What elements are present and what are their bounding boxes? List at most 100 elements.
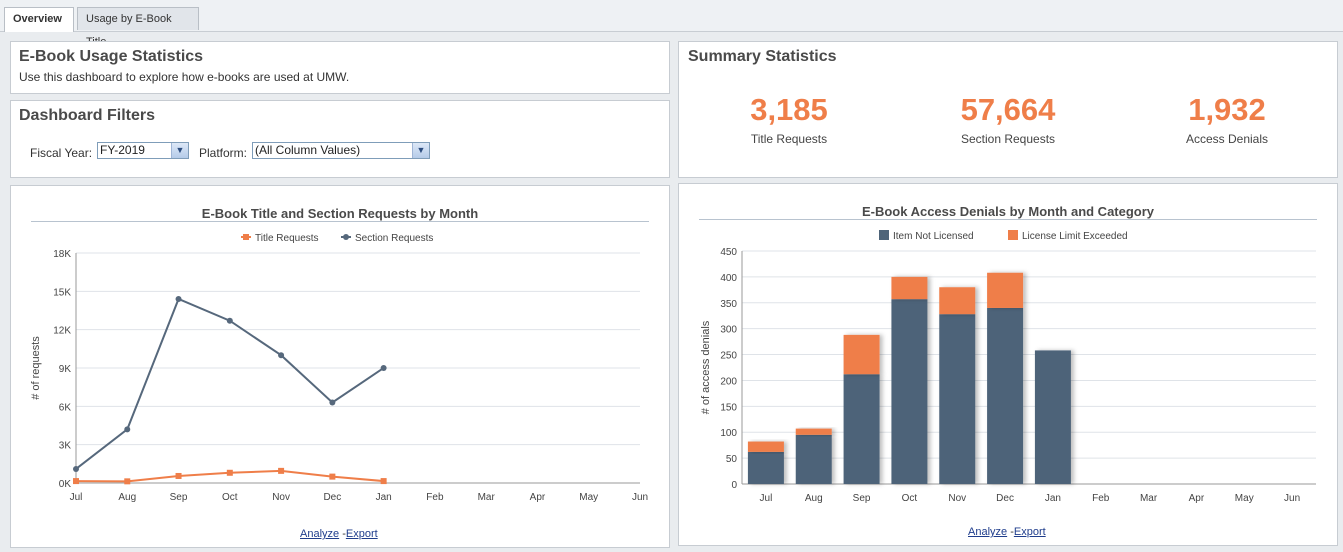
x-tick-label: Sep <box>853 493 871 504</box>
bar-segment <box>795 428 832 435</box>
x-tick-label: Nov <box>948 493 966 504</box>
platform-label: Platform: <box>199 146 248 160</box>
data-point <box>380 365 387 371</box>
intro-subtitle: Use this dashboard to explore how e-book… <box>19 70 350 84</box>
chevron-down-icon[interactable]: ▼ <box>412 143 429 158</box>
platform-value: (All Column Values) <box>255 143 361 157</box>
y-tick-label: 100 <box>720 428 737 439</box>
analyze-link[interactable]: Analyze <box>968 526 1007 538</box>
y-tick-label: 400 <box>720 273 737 284</box>
analyze-link[interactable]: Analyze <box>300 528 339 540</box>
data-point <box>124 426 131 433</box>
y-tick-label: 12K <box>53 326 71 337</box>
intro-title: E-Book Usage Statistics <box>19 48 204 65</box>
data-point <box>329 399 336 406</box>
x-tick-label: May <box>579 492 598 503</box>
bar-segment <box>939 314 976 484</box>
bar-segment <box>1034 350 1071 484</box>
x-tick-label: Oct <box>222 492 238 503</box>
tab-usage-by-ebook-title[interactable]: Usage by E-Book Title <box>77 7 199 48</box>
export-link[interactable]: Export <box>346 528 378 540</box>
x-tick-label: May <box>1235 493 1254 504</box>
intro-panel: E-Book Usage Statistics Use this dashboa… <box>10 41 670 94</box>
x-tick-label: Aug <box>805 493 823 504</box>
summary-panel: Summary Statistics 3,185 Title Requests … <box>678 41 1338 178</box>
data-point <box>226 317 233 324</box>
bar-segment <box>939 287 976 315</box>
stat-section-requests: 57,664 Section Requests <box>908 92 1108 146</box>
y-tick-label: 50 <box>726 454 738 465</box>
bar-segment <box>987 272 1024 308</box>
bar-segment <box>843 374 880 484</box>
denials-chart-panel: E-Book Access Denials by Month and Categ… <box>678 183 1338 546</box>
stat-value: 1,932 <box>1188 92 1266 127</box>
stat-value: 3,185 <box>750 92 828 127</box>
x-tick-label: Jun <box>1284 493 1300 504</box>
bar-segment <box>891 299 928 484</box>
stat-label: Section Requests <box>960 132 1056 146</box>
platform-select[interactable]: (All Column Values) ▼ <box>252 142 430 159</box>
bar-segment <box>747 451 784 484</box>
y-axis-label: # of access denials <box>700 320 712 414</box>
data-point <box>278 352 285 359</box>
legend-marker <box>243 234 249 240</box>
bar-segment <box>843 334 880 375</box>
x-tick-label: Mar <box>478 492 496 503</box>
x-tick-label: Nov <box>272 492 290 503</box>
y-tick-label: 18K <box>53 249 71 260</box>
fiscal-year-label: Fiscal Year: <box>30 146 93 160</box>
x-tick-label: Jan <box>1045 493 1061 504</box>
stat-title-requests: 3,185 Title Requests <box>689 92 889 146</box>
tab-overview[interactable]: Overview <box>4 7 74 32</box>
requests-line-chart: Title Requests Section Requests 0K 3K 6K 9K 12… <box>30 233 648 503</box>
bar-segment <box>891 276 928 300</box>
filters-panel: Dashboard Filters Fiscal Year: FY-2019 ▼… <box>10 100 670 178</box>
export-link[interactable]: Export <box>1014 526 1046 538</box>
chart-links: Analyze -Export <box>300 528 378 540</box>
chart-links: Analyze -Export <box>968 526 1046 538</box>
data-point <box>175 472 182 479</box>
filters-title: Dashboard Filters <box>19 107 156 124</box>
chevron-down-icon[interactable]: ▼ <box>171 143 188 158</box>
data-point <box>73 465 79 472</box>
y-tick-label: 450 <box>720 247 737 258</box>
bar-segment <box>987 307 1024 484</box>
y-tick-label: 200 <box>720 376 737 387</box>
tab-bar: Overview Usage by E-Book Title <box>0 0 1343 48</box>
fiscal-year-select[interactable]: FY-2019 ▼ <box>97 142 189 159</box>
legend-swatch <box>1008 230 1018 240</box>
data-point <box>380 478 387 485</box>
x-tick-label: Sep <box>170 492 188 503</box>
y-tick-label: 6K <box>59 402 72 413</box>
legend-swatch <box>879 230 889 240</box>
x-tick-label: Jul <box>760 493 773 504</box>
y-tick-label: 250 <box>720 351 737 362</box>
y-tick-label: 9K <box>59 364 72 375</box>
data-point <box>226 469 233 476</box>
y-tick-label: 0K <box>59 479 72 490</box>
x-tick-label: Jan <box>376 492 392 503</box>
y-tick-label: 150 <box>720 402 737 413</box>
y-tick-label: 15K <box>53 287 71 298</box>
x-tick-label: Dec <box>996 493 1014 504</box>
stat-label: Title Requests <box>750 132 828 146</box>
y-tick-label: 3K <box>59 441 72 452</box>
legend-label: License Limit Exceeded <box>1022 231 1128 242</box>
data-point <box>278 467 285 474</box>
legend-label: Title Requests <box>255 233 319 244</box>
data-point <box>124 478 131 485</box>
data-point <box>175 296 182 302</box>
y-tick-label: 300 <box>720 325 737 336</box>
legend-label: Section Requests <box>355 233 433 244</box>
stat-label: Access Denials <box>1185 132 1269 146</box>
fiscal-year-value: FY-2019 <box>100 143 145 157</box>
data-point <box>73 478 79 485</box>
x-tick-label: Oct <box>902 493 918 504</box>
y-tick-label: 0 <box>731 480 737 491</box>
legend-marker <box>343 234 349 240</box>
series-line <box>75 297 385 470</box>
chart-title: E-Book Access Denials by Month and Categ… <box>861 204 1155 219</box>
x-tick-label: Feb <box>426 492 444 503</box>
y-tick-label: 350 <box>720 299 737 310</box>
x-tick-label: Jul <box>70 492 83 503</box>
